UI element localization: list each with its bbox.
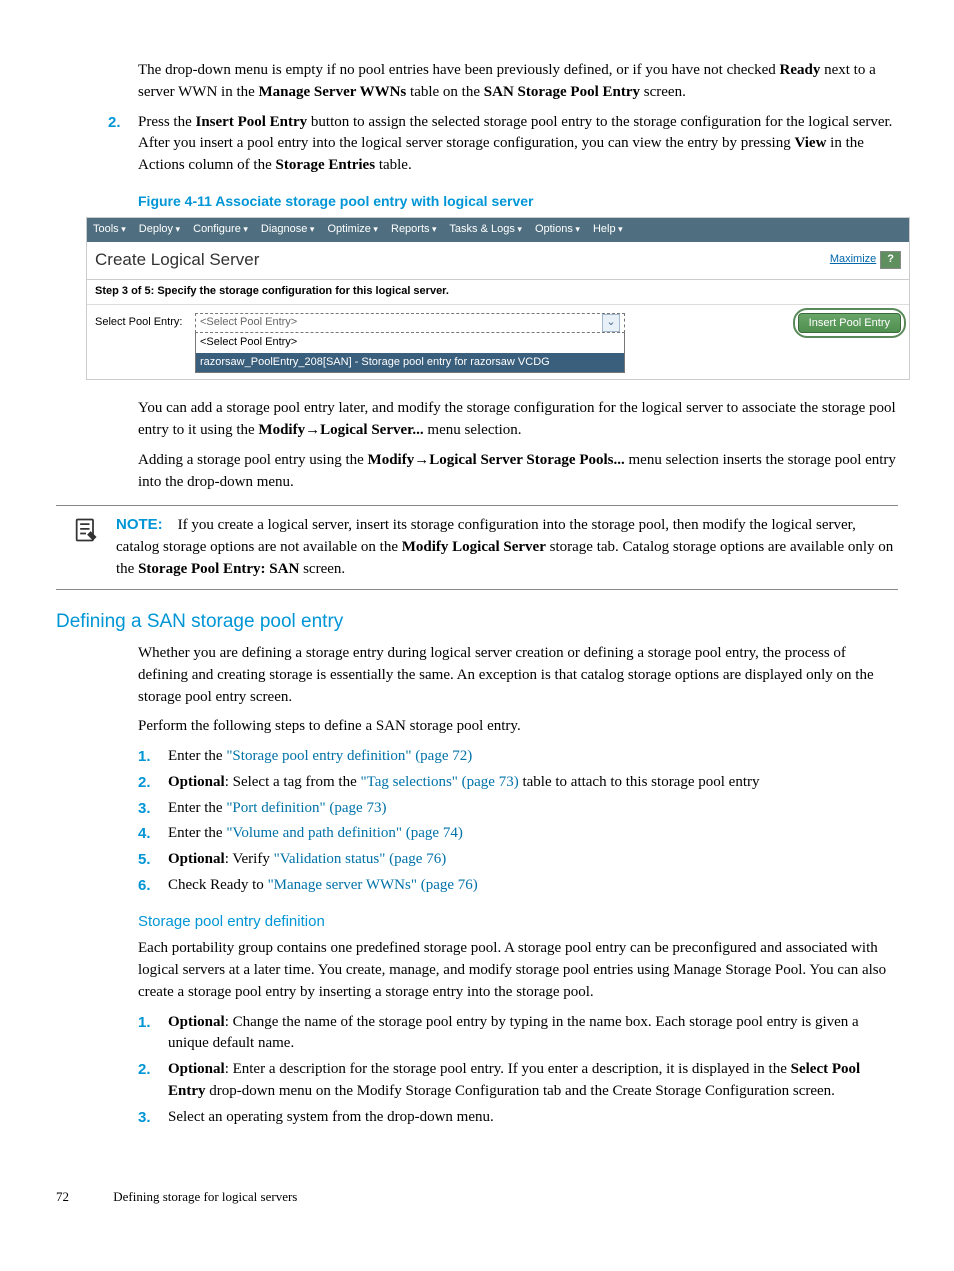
menu-diagnose[interactable]: Diagnose xyxy=(261,223,315,235)
bold-san-entry: SAN Storage Pool Entry xyxy=(484,84,640,100)
note-text: If you create a logical server, insert i… xyxy=(116,517,893,577)
text: The drop-down menu is empty if no pool e… xyxy=(138,62,779,78)
link-validation-status[interactable]: "Validation status" (page 76) xyxy=(274,851,447,867)
paragraph-modify-storage-pools: Adding a storage pool entry using the Mo… xyxy=(138,450,898,494)
menu-tools[interactable]: Tools xyxy=(93,223,126,235)
bold-insert-pool-entry: Insert Pool Entry xyxy=(196,114,308,130)
text: table. xyxy=(375,157,412,173)
step-3-port: 3. Enter the "Port definition" (page 73) xyxy=(138,798,898,820)
intro-paragraph: The drop-down menu is empty if no pool e… xyxy=(138,60,898,104)
sp-step-2: 2. Optional: Enter a description for the… xyxy=(138,1059,898,1103)
note-label: NOTE: xyxy=(116,516,163,533)
menu-configure[interactable]: Configure xyxy=(193,223,248,235)
pool-entry-select[interactable]: <Select Pool Entry> ⌄ xyxy=(195,313,625,333)
insert-pool-entry-button[interactable]: Insert Pool Entry xyxy=(798,313,901,333)
link-storage-pool-entry-definition[interactable]: "Storage pool entry definition" (page 72… xyxy=(226,748,472,764)
chevron-down-icon[interactable]: ⌄ xyxy=(602,314,620,332)
section2-p1: Whether you are defining a storage entry… xyxy=(138,643,898,708)
menu-deploy[interactable]: Deploy xyxy=(139,223,180,235)
text: table on the xyxy=(406,84,483,100)
menu-reports[interactable]: Reports xyxy=(391,223,437,235)
pool-entry-option-razorsaw[interactable]: razorsaw_PoolEntry_208[SAN] - Storage po… xyxy=(196,353,624,373)
note-icon xyxy=(56,514,116,555)
step-1: 1. Enter the "Storage pool entry definit… xyxy=(138,746,898,768)
footer-title: Defining storage for logical servers xyxy=(113,1189,297,1204)
note-box: NOTE: If you create a logical server, in… xyxy=(56,505,898,589)
pool-entry-dropdown: <Select Pool Entry> razorsaw_PoolEntry_2… xyxy=(195,333,625,374)
maximize-link[interactable]: Maximize xyxy=(830,252,876,268)
select-value: <Select Pool Entry> xyxy=(200,315,297,331)
link-tag-selections[interactable]: "Tag selections" (page 73) xyxy=(360,774,518,790)
step-4-volume: 4. Enter the "Volume and path definition… xyxy=(138,823,898,845)
step-6-wwns: 6. Check Ready to "Manage server WWNs" (… xyxy=(138,875,898,897)
link-port-definition[interactable]: "Port definition" (page 73) xyxy=(226,800,386,816)
menu-options[interactable]: Options xyxy=(535,223,580,235)
step-5-validation: 5. Optional: Verify "Validation status" … xyxy=(138,849,898,871)
bold-ready: Ready xyxy=(779,62,820,78)
step-2: 2. Press the Insert Pool Entry button to… xyxy=(108,112,898,177)
menubar: Tools Deploy Configure Diagnose Optimize… xyxy=(87,218,909,242)
page-footer: 72 Defining storage for logical servers xyxy=(56,1188,898,1207)
bold-view: View xyxy=(794,135,826,151)
section3-p1: Each portability group contains one pred… xyxy=(138,938,898,1003)
help-icon[interactable]: ? xyxy=(880,251,901,269)
bold-storage-entries: Storage Entries xyxy=(275,157,375,173)
menu-help[interactable]: Help xyxy=(593,223,623,235)
pool-entry-option-placeholder[interactable]: <Select Pool Entry> xyxy=(196,333,624,353)
wizard-step-label: Step 3 of 5: Specify the storage configu… xyxy=(87,280,909,305)
link-volume-path-definition[interactable]: "Volume and path definition" (page 74) xyxy=(226,825,463,841)
step-number: 2. xyxy=(108,112,138,177)
text: screen. xyxy=(640,84,686,100)
page-number: 72 xyxy=(56,1188,110,1207)
bold-manage-wwns: Manage Server WWNs xyxy=(259,84,407,100)
panel-title: Create Logical Server xyxy=(95,248,830,273)
menu-tasks[interactable]: Tasks & Logs xyxy=(449,223,521,235)
menu-optimize[interactable]: Optimize xyxy=(328,223,378,235)
paragraph-modify-logical-server: You can add a storage pool entry later, … xyxy=(138,398,898,442)
text: Press the xyxy=(138,114,196,130)
link-manage-server-wwns[interactable]: "Manage server WWNs" (page 76) xyxy=(268,877,478,893)
heading-storage-pool-entry-definition: Storage pool entry definition xyxy=(138,911,898,933)
heading-defining-san-storage-pool-entry: Defining a SAN storage pool entry xyxy=(56,608,898,636)
figure-screenshot: Tools Deploy Configure Diagnose Optimize… xyxy=(86,217,910,380)
step-2-tags: 2. Optional: Select a tag from the "Tag … xyxy=(138,772,898,794)
select-pool-entry-label: Select Pool Entry: xyxy=(95,313,195,331)
sp-step-3: 3. Select an operating system from the d… xyxy=(138,1107,898,1129)
figure-caption: Figure 4-11 Associate storage pool entry… xyxy=(138,191,898,211)
section2-p2: Perform the following steps to define a … xyxy=(138,716,898,738)
sp-step-1: 1. Optional: Change the name of the stor… xyxy=(138,1012,898,1056)
